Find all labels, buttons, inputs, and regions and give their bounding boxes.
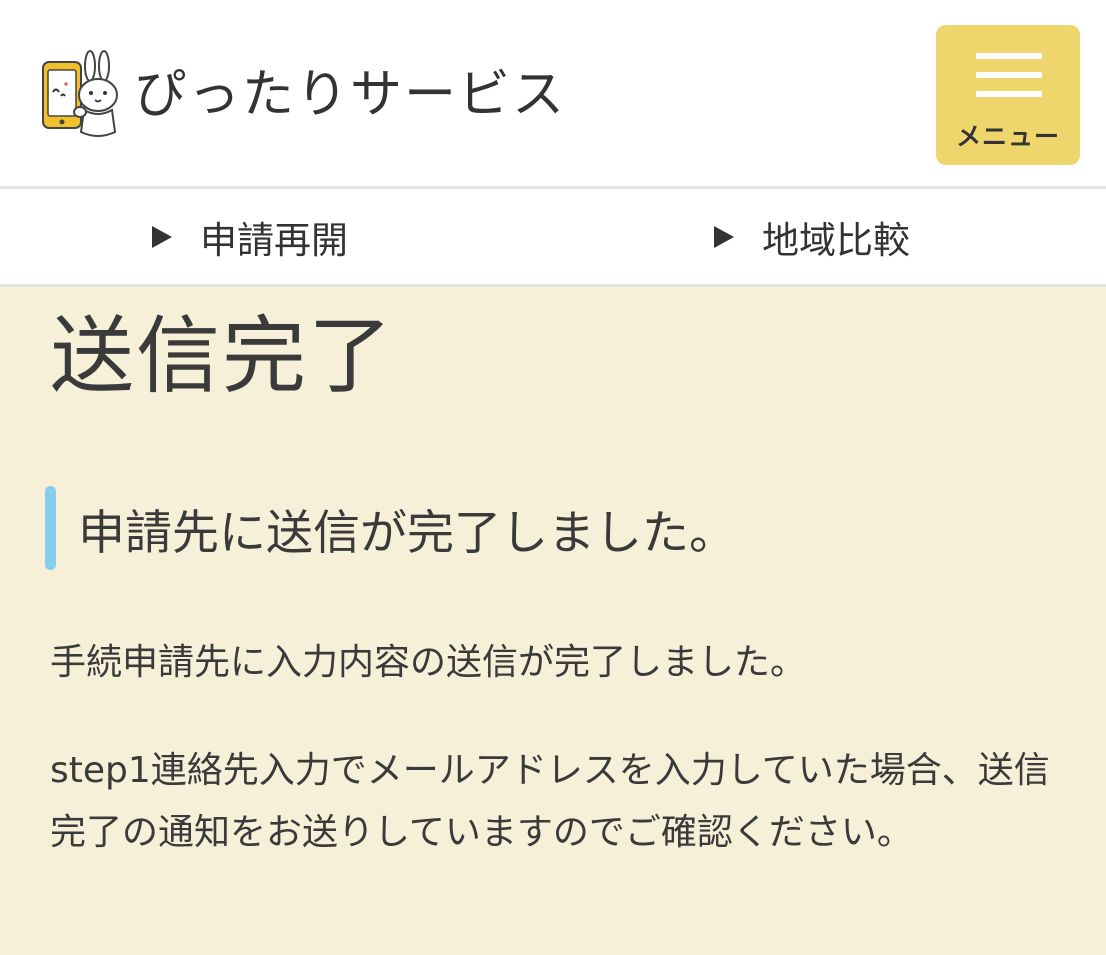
menu-button[interactable]: メニュー xyxy=(936,25,1080,165)
sub-navigation: 申請再開 地域比較 xyxy=(0,189,1106,287)
completion-heading-text: 申請先に送信が完了しました。 xyxy=(78,505,736,561)
region-comparison-link[interactable]: 地域比較 xyxy=(714,189,910,284)
site-logo[interactable]: ぴったりサービス xyxy=(40,50,566,140)
page-title: 送信完了 xyxy=(50,307,395,405)
menu-label: メニュー xyxy=(955,123,1060,151)
hamburger-menu-icon xyxy=(976,53,1042,97)
region-comparison-label: 地域比較 xyxy=(762,218,910,262)
triangle-right-icon xyxy=(152,225,172,248)
completion-heading: 申請先に送信が完了しました。 xyxy=(45,486,736,570)
email-notice-message: step1連絡先入力でメールアドレスを入力していた場合、送信完了の通知をお送りし… xyxy=(50,750,1050,853)
heading-accent-bar xyxy=(45,486,56,570)
completion-message: 手続申請先に入力内容の送信が完了しました。 xyxy=(50,642,807,683)
resume-application-link[interactable]: 申請再開 xyxy=(152,189,348,284)
logo-text: ぴったりサービス xyxy=(134,65,567,125)
triangle-right-icon xyxy=(714,225,734,248)
rabbit-holding-smartphone-icon xyxy=(42,50,118,137)
resume-application-label: 申請再開 xyxy=(200,218,348,262)
site-header: ぴったりサービス メニュー xyxy=(0,0,1106,189)
